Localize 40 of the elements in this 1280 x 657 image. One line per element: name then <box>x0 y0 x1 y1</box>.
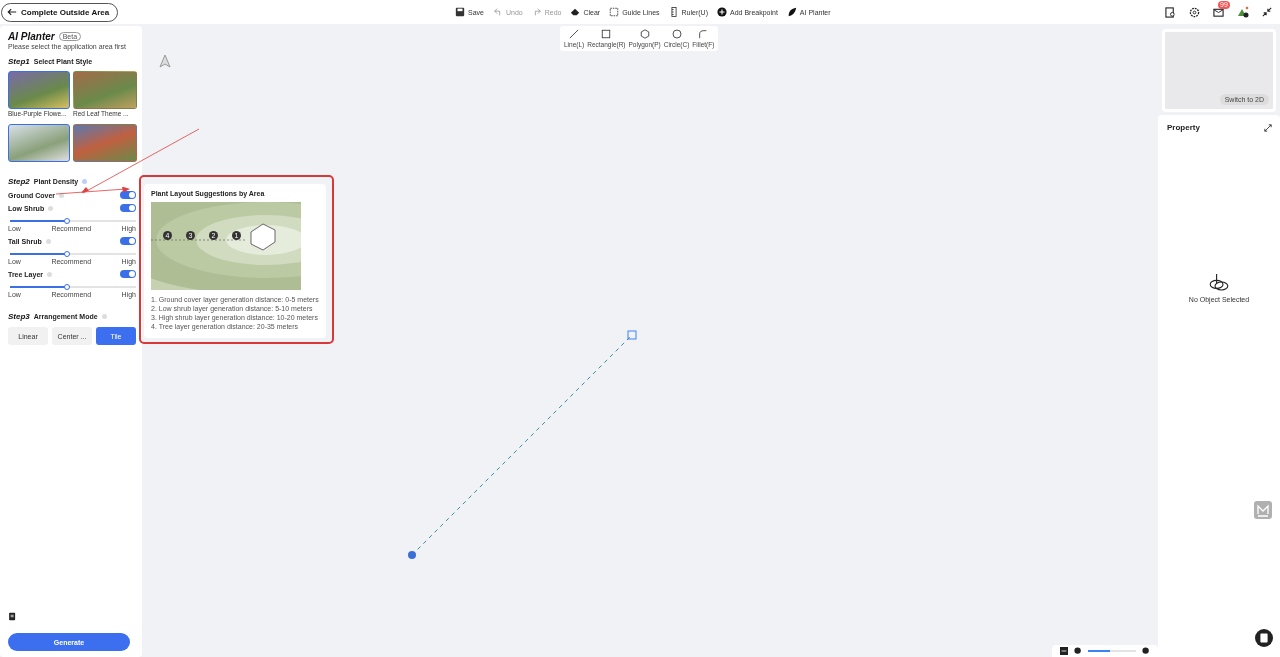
settings-icon[interactable] <box>1189 6 1200 18</box>
expand-icon[interactable] <box>1264 123 1272 132</box>
square-icon <box>601 29 612 39</box>
ruler-icon <box>668 7 679 17</box>
eraser-icon <box>570 7 581 17</box>
undo-icon <box>492 7 503 17</box>
step-number: Step1 <box>8 57 30 66</box>
rings-icon <box>1207 272 1231 292</box>
toggle-switch[interactable] <box>120 237 136 245</box>
panel-title: AI Planter <box>8 31 55 42</box>
back-arrow-icon <box>7 7 17 17</box>
leaf-icon <box>786 7 797 17</box>
toggle-switch[interactable] <box>120 204 136 212</box>
toggle-switch[interactable] <box>120 270 136 278</box>
slider-thumb[interactable] <box>63 251 70 257</box>
mail-icon[interactable] <box>1213 6 1224 18</box>
toggle-switch[interactable] <box>120 191 136 199</box>
curve-icon <box>698 29 709 39</box>
search-document-icon[interactable] <box>1165 6 1176 18</box>
collapse-icon[interactable] <box>1262 7 1272 17</box>
shapes-icon[interactable] <box>1237 6 1249 18</box>
photo-placeholder[interactable] <box>8 123 70 162</box>
zoom-in-icon[interactable] <box>1142 647 1150 655</box>
zoom-out-icon[interactable] <box>1074 647 1082 655</box>
step-number: Step3 <box>8 312 30 321</box>
plus-circle-icon <box>717 7 727 17</box>
slider-thumb[interactable] <box>63 218 70 224</box>
property-title: Property <box>1167 123 1200 132</box>
slider-thumb[interactable] <box>63 284 70 290</box>
line-icon <box>569 29 580 39</box>
dashed-frame-icon <box>609 7 620 17</box>
circle-icon <box>671 29 682 39</box>
photo-placeholder[interactable] <box>73 123 137 162</box>
info-icon[interactable] <box>59 192 65 198</box>
clipboard-icon[interactable] <box>8 611 17 621</box>
hexagon-icon <box>639 29 650 39</box>
north-arrow-icon <box>159 54 171 68</box>
note-edit-icon[interactable] <box>1255 629 1273 647</box>
fit-view-icon[interactable] <box>1060 647 1068 655</box>
step-number: Step2 <box>8 177 30 186</box>
